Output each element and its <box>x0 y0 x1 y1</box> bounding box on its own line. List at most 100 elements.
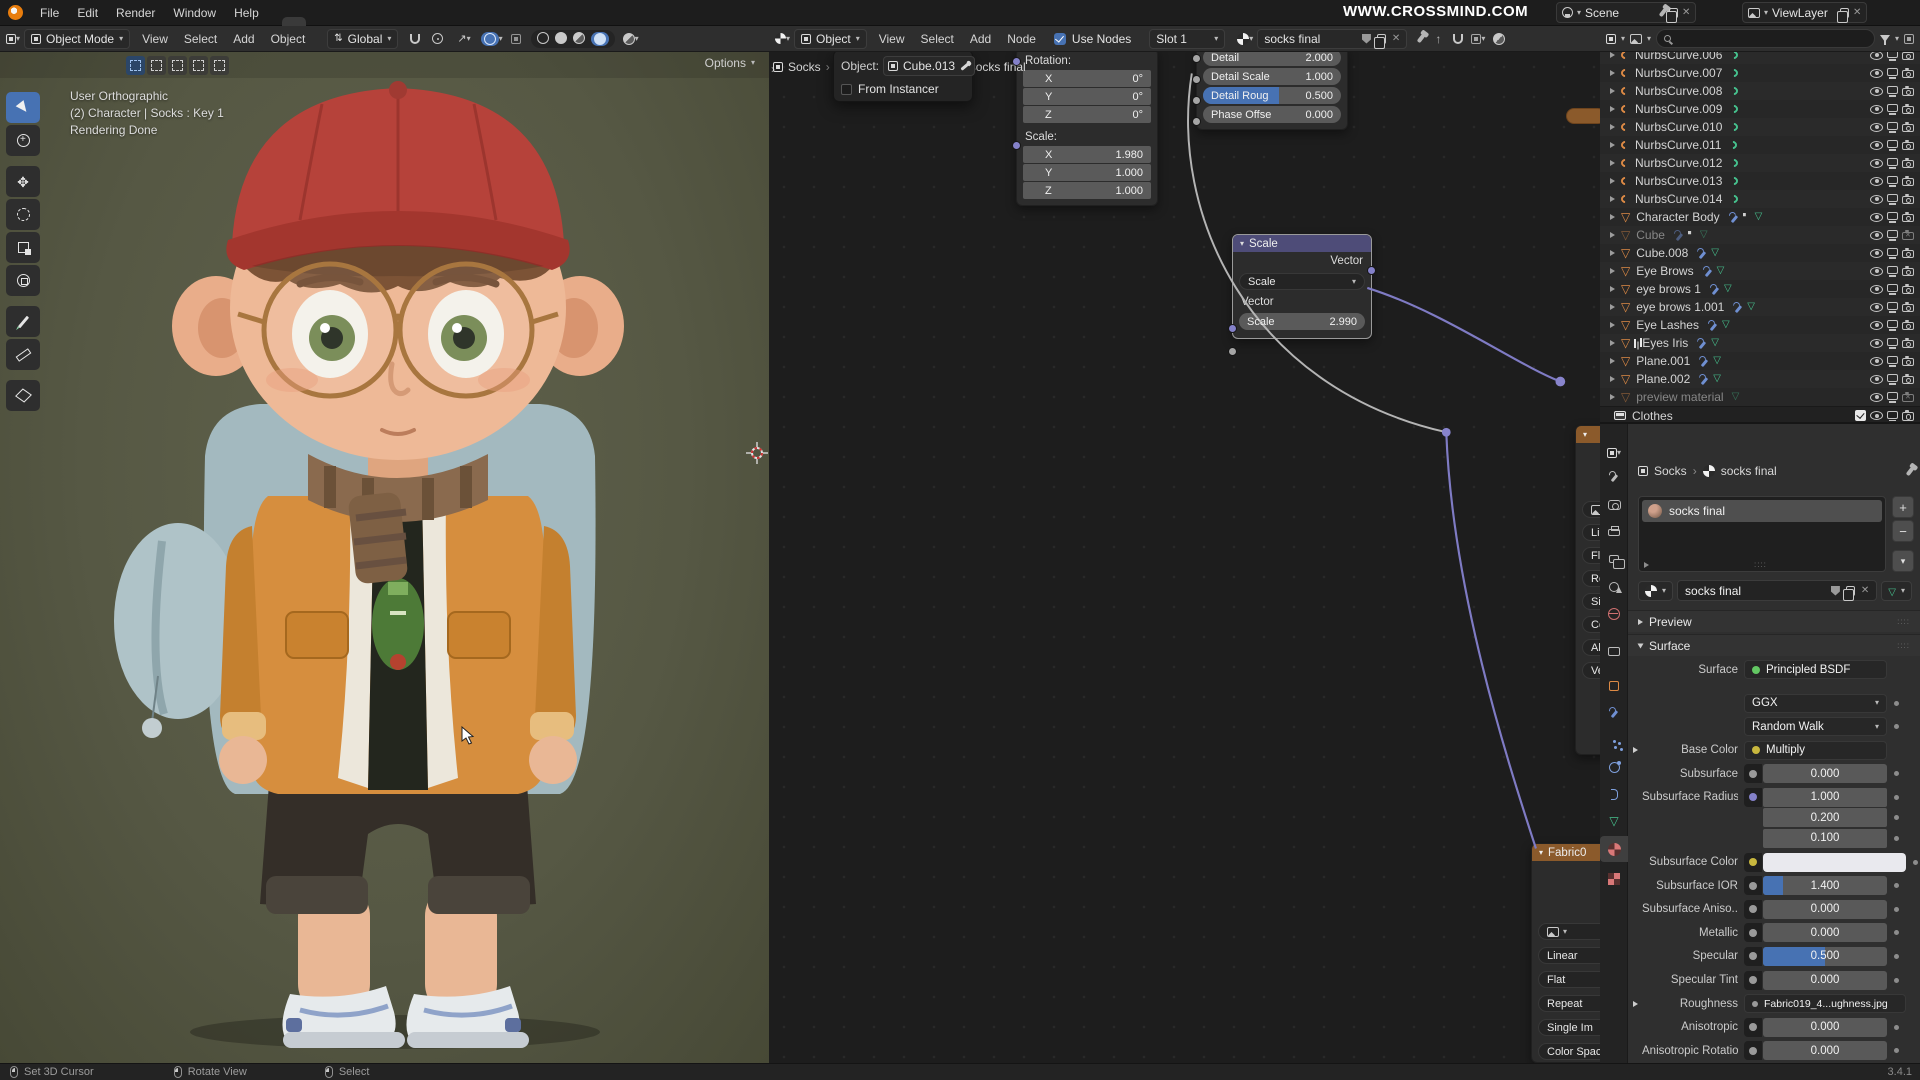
transform-vector-node[interactable]: Rotation: X 0° Y 0° Z 0° Scale: <box>1016 48 1158 206</box>
close-icon[interactable]: ✕ <box>1853 8 1861 18</box>
expand-arrow-icon[interactable] <box>1610 214 1615 220</box>
disable-render-icon[interactable] <box>1902 340 1914 349</box>
tab-constraints[interactable] <box>1600 781 1628 807</box>
shading-options-icon[interactable] <box>623 33 635 45</box>
disable-render-icon[interactable] <box>1902 394 1914 403</box>
proportional-edit-icon[interactable] <box>432 33 443 44</box>
expand-arrow-icon[interactable] <box>1610 376 1615 382</box>
hide-eye-icon[interactable] <box>1870 141 1883 150</box>
move-tool-button[interactable]: ✥ <box>6 166 40 197</box>
eyedropper-icon[interactable] <box>960 62 969 70</box>
disable-viewport-icon[interactable] <box>1887 212 1898 220</box>
measure-tool-button[interactable] <box>6 339 40 370</box>
hide-eye-icon[interactable] <box>1870 177 1883 186</box>
copy-icon[interactable] <box>1840 8 1849 18</box>
subsurface-color-swatch[interactable] <box>1763 853 1906 872</box>
tab-texture[interactable] <box>1600 866 1628 892</box>
workspace-tab[interactable] <box>306 17 330 26</box>
hide-eye-icon[interactable] <box>1870 159 1883 168</box>
outliner-row[interactable]: NurbsCurve.010 <box>1600 118 1920 136</box>
material-ball-icon[interactable] <box>1237 33 1249 45</box>
workspace-tab[interactable] <box>282 17 306 26</box>
disable-render-icon[interactable] <box>1902 142 1914 151</box>
outliner-row[interactable]: Eye Brows <box>1600 262 1920 280</box>
expand-arrow-icon[interactable] <box>1633 1001 1638 1007</box>
add-cube-tool-button[interactable] <box>6 380 40 411</box>
expand-arrow-icon[interactable] <box>1610 304 1615 310</box>
disable-viewport-icon[interactable] <box>1887 356 1898 364</box>
slot-dropdown[interactable]: Slot 1 ▾ <box>1149 29 1225 49</box>
node-canvas[interactable]: › Socks › socks final Object: Cube.013 <box>769 52 1600 1063</box>
preview-panel-header[interactable]: Preview :::: <box>1628 610 1920 632</box>
scene-selector[interactable]: ▾ Scene ✕ <box>1556 2 1696 23</box>
rotation-axis-field[interactable]: X 0° <box>1023 70 1151 87</box>
snap-magnet-icon[interactable] <box>410 34 420 44</box>
tab-world[interactable] <box>1600 601 1628 627</box>
hide-eye-icon[interactable] <box>1870 375 1883 384</box>
editor-type-dropdown[interactable]: ▾ <box>1600 440 1628 466</box>
viewport-menu-item[interactable]: Select <box>176 32 225 46</box>
hide-eye-icon[interactable] <box>1870 267 1883 276</box>
hide-eye-icon[interactable] <box>1870 393 1883 402</box>
image-option-dropdown[interactable]: Linear <box>1538 947 1600 964</box>
disable-render-icon[interactable] <box>1902 160 1914 169</box>
annotate-tool-button[interactable] <box>6 306 40 337</box>
tab-physics[interactable] <box>1600 754 1628 780</box>
expand-arrow-icon[interactable] <box>1610 160 1615 166</box>
breadcrumb-root[interactable]: Socks <box>788 60 821 74</box>
expand-arrow-icon[interactable] <box>1610 196 1615 202</box>
gizmo-toggle-icon[interactable]: ↗ <box>457 32 466 45</box>
specular-field[interactable]: 0.500 <box>1763 947 1887 966</box>
copy-icon[interactable] <box>1846 586 1855 596</box>
disable-viewport-icon[interactable] <box>1887 284 1898 292</box>
image-option-dropdown[interactable]: Single I <box>1582 593 1600 610</box>
outliner-row[interactable]: Plane.001 <box>1600 352 1920 370</box>
parent-node-tree-icon[interactable]: ↑ <box>1435 32 1441 46</box>
outliner-row[interactable]: Character Body <box>1600 208 1920 226</box>
scale-vector-node[interactable]: ▾ Scale Vector Scale ▾ Vector Scale 2.99… <box>1232 234 1372 339</box>
disable-viewport-icon[interactable] <box>1887 266 1898 274</box>
node-number-field[interactable]: Detail Scale 1.000 <box>1203 68 1341 85</box>
collapsed-node-stub[interactable] <box>1566 108 1600 124</box>
input-socket[interactable] <box>1192 75 1201 84</box>
surface-panel-header[interactable]: Surface :::: <box>1628 634 1920 656</box>
image-option-dropdown[interactable]: Color Spac <box>1538 1043 1600 1060</box>
expand-arrow-icon[interactable] <box>1610 142 1615 148</box>
fake-user-shield-icon[interactable] <box>1831 586 1840 596</box>
hide-eye-icon[interactable] <box>1870 87 1883 96</box>
hide-eye-icon[interactable] <box>1870 285 1883 294</box>
tab-scene[interactable] <box>1600 574 1628 600</box>
disable-render-icon[interactable] <box>1902 196 1914 205</box>
fabric-image-texture-node[interactable]: ▾ Fabric0 ▾ Fa Linear Flat Repeat Single… <box>1531 843 1600 1063</box>
use-nodes-checkbox[interactable] <box>1054 33 1066 45</box>
node-menu-item[interactable]: View <box>871 32 913 46</box>
app-menu-item[interactable]: Window <box>164 0 225 26</box>
hide-eye-icon[interactable] <box>1870 231 1883 240</box>
resize-grip[interactable]: :::: <box>1754 560 1767 569</box>
select-tool-button[interactable] <box>6 92 40 123</box>
noise-detail-node[interactable]: Detail 2.000 Detail Scale 1.000 Detail R… <box>1196 46 1348 130</box>
disable-render-icon[interactable] <box>1902 358 1914 367</box>
vector-output-socket[interactable] <box>1367 266 1376 275</box>
subsurface-field[interactable]: 0.000 <box>1763 764 1887 783</box>
workspace-tab[interactable] <box>330 17 354 26</box>
distribution-dropdown[interactable]: GGX▾ <box>1744 694 1887 713</box>
outliner-row[interactable]: NurbsCurve.011 <box>1600 136 1920 154</box>
workspace-tab[interactable] <box>498 17 522 26</box>
pin-icon[interactable] <box>1417 34 1426 44</box>
radius-field[interactable]: 0.100 <box>1763 829 1887 848</box>
disable-render-icon[interactable] <box>1902 286 1914 295</box>
hide-eye-icon[interactable] <box>1870 249 1883 258</box>
app-menu-item[interactable]: Help <box>225 0 268 26</box>
disable-render-icon[interactable] <box>1902 88 1914 97</box>
cursor-tool-button[interactable] <box>6 125 40 156</box>
edge-image-texture-node[interactable]: ▾ ▾ Linear Flat Repeat Single I Color Sp <box>1575 425 1600 755</box>
workspace-tab[interactable] <box>426 17 450 26</box>
expand-arrow-icon[interactable] <box>1610 250 1615 256</box>
viewport-3d[interactable]: ▾ Object Mode ▾ ViewSelectAddObject ⇅ Gl… <box>0 26 769 1063</box>
outliner-row[interactable]: Eyes Iris <box>1600 334 1920 352</box>
select-new-icon[interactable] <box>210 56 229 75</box>
hide-eye-icon[interactable] <box>1870 411 1883 420</box>
expand-arrow-icon[interactable] <box>1610 70 1615 76</box>
outliner-row[interactable]: Cube.008 <box>1600 244 1920 262</box>
